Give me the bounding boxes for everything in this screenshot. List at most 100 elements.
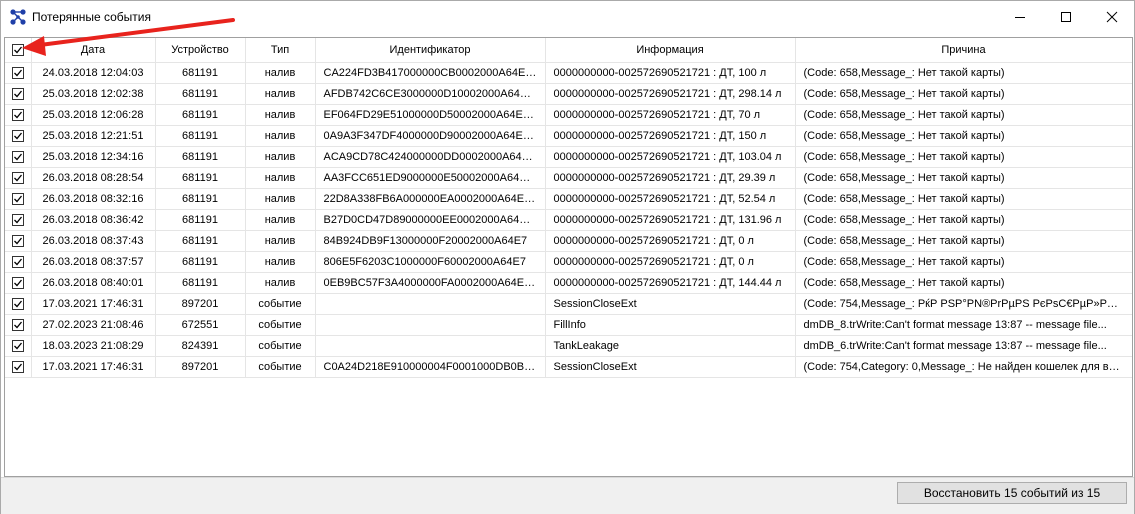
cell-type: налив (245, 125, 316, 147)
table-row[interactable]: 26.03.2018 08:37:57 681191 налив 806E5F6203… (5, 251, 1132, 273)
cell-device: 681191 (155, 62, 246, 84)
table-row[interactable]: 24.03.2018 12:04:03 681191 налив CA224FD3B4… (5, 62, 1132, 84)
cell-type: событие (245, 314, 316, 336)
cell-date: 26.03.2018 08:36:42 (31, 209, 156, 231)
row-checkbox-cell[interactable] (5, 335, 32, 357)
column-header-date[interactable]: Дата (31, 38, 156, 63)
table-row[interactable]: 17.03.2021 17:46:31 897201 событие C0A24D21… (5, 356, 1132, 378)
row-checkbox[interactable] (11, 172, 24, 185)
row-checkbox[interactable] (11, 151, 24, 164)
column-header-type[interactable]: Тип (245, 38, 316, 63)
select-all-checkbox[interactable] (11, 44, 24, 57)
cell-identifier: ACA9CD78C424000000DD0002000A64E7... (315, 146, 546, 168)
row-checkbox-cell[interactable] (5, 146, 32, 168)
minimize-button[interactable] (997, 1, 1043, 32)
table-row[interactable]: 26.03.2018 08:37:43 681191 налив 84B924DB9F… (5, 230, 1132, 252)
table-row[interactable]: 27.02.2023 21:08:46 672551 событие FillInfo… (5, 314, 1132, 336)
cell-identifier: 0EB9BC57F3A4000000FA0002000A64E7 ... (315, 272, 546, 294)
table-row[interactable]: 25.03.2018 12:21:51 681191 налив 0A9A3F347D… (5, 125, 1132, 147)
cell-date: 25.03.2018 12:06:28 (31, 104, 156, 126)
row-checkbox[interactable] (11, 193, 24, 206)
row-checkbox[interactable] (11, 214, 24, 227)
cell-date: 26.03.2018 08:37:43 (31, 230, 156, 252)
row-checkbox[interactable] (11, 130, 24, 143)
cell-type: налив (245, 230, 316, 252)
title-bar: Потерянные события (1, 1, 1134, 32)
row-checkbox-cell[interactable] (5, 125, 32, 147)
cell-date: 26.03.2018 08:40:01 (31, 272, 156, 294)
cell-date: 17.03.2021 17:46:31 (31, 293, 156, 315)
cell-date: 26.03.2018 08:28:54 (31, 167, 156, 189)
column-header-reason[interactable]: Причина (795, 38, 1132, 63)
row-checkbox[interactable] (11, 319, 24, 332)
cell-date: 24.03.2018 12:04:03 (31, 62, 156, 84)
row-checkbox[interactable] (11, 361, 24, 374)
cell-device: 897201 (155, 356, 246, 378)
column-header-identifier[interactable]: Идентификатор (315, 38, 546, 63)
row-checkbox-cell[interactable] (5, 356, 32, 378)
row-checkbox-cell[interactable] (5, 293, 32, 315)
cell-type: налив (245, 146, 316, 168)
cell-reason: dmDB_8.trWrite:Can't format message 13:8… (795, 314, 1132, 336)
row-checkbox-cell[interactable] (5, 167, 32, 189)
table-row[interactable]: 26.03.2018 08:28:54 681191 налив AA3FCC651E… (5, 167, 1132, 189)
cell-reason: (Code: 658,Message_: Нет такой карты) (795, 209, 1132, 231)
cell-reason: (Code: 754,Category: 0,Message_: Не найд… (795, 356, 1132, 378)
select-all-header[interactable] (5, 38, 32, 63)
row-checkbox[interactable] (11, 67, 24, 80)
cell-type: налив (245, 188, 316, 210)
cell-device: 672551 (155, 314, 246, 336)
cell-date: 25.03.2018 12:21:51 (31, 125, 156, 147)
table-row[interactable]: 25.03.2018 12:06:28 681191 налив EF064FD29E… (5, 104, 1132, 126)
row-checkbox-cell[interactable] (5, 272, 32, 294)
row-checkbox-cell[interactable] (5, 209, 32, 231)
row-checkbox-cell[interactable] (5, 251, 32, 273)
row-checkbox-cell[interactable] (5, 62, 32, 84)
cell-type: налив (245, 83, 316, 105)
cell-info: 0000000000-002572690521721 : ДТ, 29.39 л (545, 167, 796, 189)
table-row[interactable]: 25.03.2018 12:34:16 681191 налив ACA9CD78C4… (5, 146, 1132, 168)
table-row[interactable]: 18.03.2023 21:08:29 824391 событие TankLeak… (5, 335, 1132, 357)
table-row[interactable]: 17.03.2021 17:46:31 897201 событие SessionC… (5, 293, 1132, 315)
cell-device: 681191 (155, 146, 246, 168)
cell-identifier: B27D0CD47D89000000EE0002000A64E7... (315, 209, 546, 231)
row-checkbox[interactable] (11, 298, 24, 311)
cell-identifier (315, 335, 546, 357)
column-header-info[interactable]: Информация (545, 38, 796, 63)
row-checkbox[interactable] (11, 340, 24, 353)
table-row[interactable]: 26.03.2018 08:36:42 681191 налив B27D0CD47D… (5, 209, 1132, 231)
row-checkbox[interactable] (11, 277, 24, 290)
checkbox-checked-icon (13, 363, 22, 371)
column-header-device[interactable]: Устройство (155, 38, 246, 63)
table-body: 24.03.2018 12:04:03 681191 налив CA224FD3B4… (5, 62, 1132, 378)
row-checkbox[interactable] (11, 235, 24, 248)
events-grid[interactable]: Дата Устройство Тип Идентификатор Информ… (4, 37, 1133, 477)
cell-device: 681191 (155, 125, 246, 147)
row-checkbox-cell[interactable] (5, 83, 32, 105)
row-checkbox[interactable] (11, 88, 24, 101)
table-row[interactable]: 26.03.2018 08:40:01 681191 налив 0EB9BC57F3… (5, 272, 1132, 294)
row-checkbox-cell[interactable] (5, 230, 32, 252)
restore-events-button[interactable]: Восстановить 15 событий из 15 (897, 482, 1127, 504)
cell-reason: (Code: 658,Message_: Нет такой карты) (795, 104, 1132, 126)
row-checkbox-cell[interactable] (5, 314, 32, 336)
checkbox-checked-icon (13, 195, 22, 203)
cell-identifier: AA3FCC651ED9000000E50002000A64E7... (315, 167, 546, 189)
cell-type: налив (245, 62, 316, 84)
row-checkbox[interactable] (11, 256, 24, 269)
row-checkbox-cell[interactable] (5, 104, 32, 126)
table-row[interactable]: 26.03.2018 08:32:16 681191 налив 22D8A338FB… (5, 188, 1132, 210)
table-row[interactable]: 25.03.2018 12:02:38 681191 налив AFDB742C6C… (5, 83, 1132, 105)
cell-device: 681191 (155, 209, 246, 231)
row-checkbox-cell[interactable] (5, 188, 32, 210)
maximize-button[interactable] (1043, 1, 1089, 32)
checkbox-checked-icon (13, 237, 22, 245)
close-button[interactable] (1089, 1, 1135, 32)
maximize-icon (1061, 11, 1071, 22)
row-checkbox[interactable] (11, 109, 24, 122)
cell-type: событие (245, 293, 316, 315)
cell-reason: (Code: 658,Message_: Нет такой карты) (795, 272, 1132, 294)
checkbox-checked-icon (13, 216, 22, 224)
header-row: Дата Устройство Тип Идентификатор Информ… (5, 38, 1132, 63)
cell-date: 17.03.2021 17:46:31 (31, 356, 156, 378)
